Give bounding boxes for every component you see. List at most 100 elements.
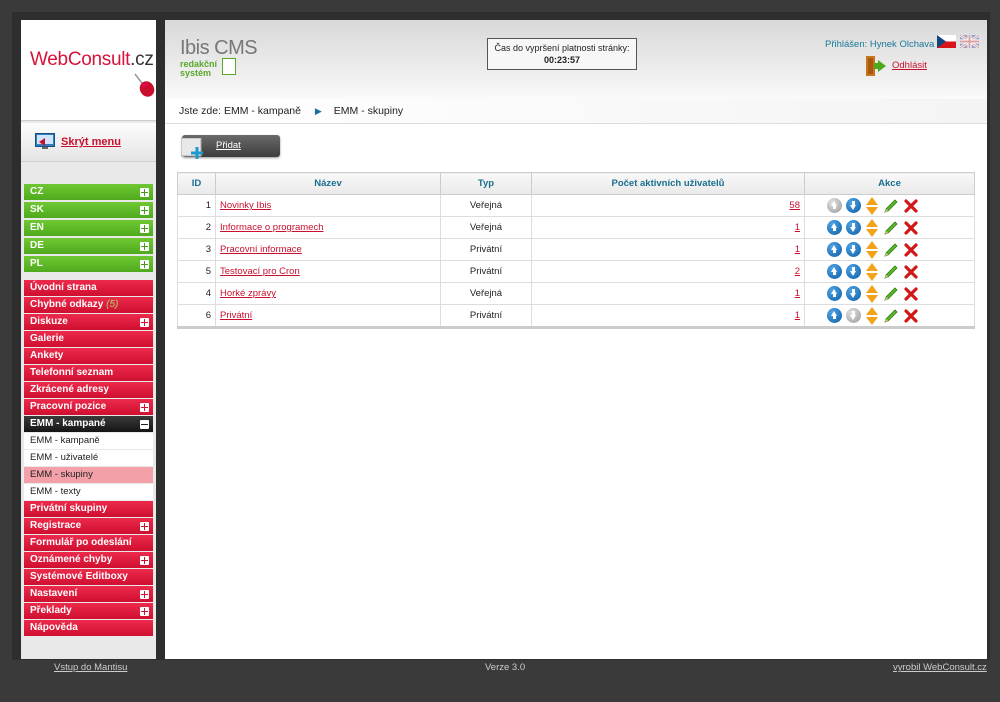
cell-count: 1 (531, 216, 805, 239)
sidebar-item-system-editboxes[interactable]: Systémové Editboxy (24, 569, 153, 585)
sidebar-item-reported-errors[interactable]: Oznámené chyby (24, 552, 153, 568)
sidebar-item-discussion[interactable]: Diskuze (24, 314, 153, 330)
edit-icon[interactable] (883, 308, 899, 324)
column-header-type[interactable]: Typ (440, 172, 532, 195)
edit-icon[interactable] (883, 198, 899, 214)
sidebar-item-short-urls[interactable]: Zkrácené adresy (24, 382, 153, 398)
move-up-icon[interactable] (827, 308, 842, 323)
cell-actions (804, 216, 975, 239)
delete-icon[interactable] (904, 308, 918, 323)
user-count-link[interactable]: 1 (795, 310, 800, 321)
expand-icon[interactable] (140, 590, 149, 599)
logout-link[interactable]: Odhlásit (892, 60, 927, 71)
move-down-icon[interactable] (846, 264, 861, 279)
move-down-icon[interactable] (846, 242, 861, 257)
expand-icon[interactable] (140, 522, 149, 531)
logo[interactable]: WebConsult.cz (21, 20, 156, 121)
user-count-link[interactable]: 1 (795, 244, 800, 255)
edit-icon[interactable] (883, 264, 899, 280)
reorder-icon[interactable] (865, 240, 879, 259)
sidebar-item-jobs[interactable]: Pracovní pozice (24, 399, 153, 415)
expand-icon[interactable] (140, 242, 149, 251)
delete-icon[interactable] (904, 242, 918, 257)
sidebar-item-phonebook[interactable]: Telefonní seznam (24, 365, 153, 381)
edit-icon[interactable] (883, 286, 899, 302)
user-count-link[interactable]: 1 (795, 222, 800, 233)
reorder-icon[interactable] (865, 262, 879, 281)
sidebar-item-registration[interactable]: Registrace (24, 518, 153, 534)
expand-icon[interactable] (140, 224, 149, 233)
sidebar-item-emm[interactable]: EMM - kampané (24, 416, 153, 432)
expand-icon[interactable] (140, 556, 149, 565)
group-name-link[interactable]: Informace o programech (220, 222, 324, 233)
delete-icon[interactable] (904, 220, 918, 235)
user-count-link[interactable]: 2 (795, 266, 800, 277)
sidebar-item-de[interactable]: DE (24, 238, 153, 254)
english-flag-icon[interactable] (960, 35, 979, 48)
sidebar-subitem-emm-groups[interactable]: EMM - skupiny (24, 467, 153, 483)
column-header-count[interactable]: Počet aktivních uživatelů (531, 172, 805, 195)
reorder-icon[interactable] (865, 306, 879, 325)
delete-icon[interactable] (904, 264, 918, 279)
edit-icon[interactable] (883, 220, 899, 236)
reorder-icon[interactable] (865, 196, 879, 215)
hide-menu-label: Skrýt menu (61, 136, 121, 148)
sidebar-item-polls[interactable]: Ankety (24, 348, 153, 364)
cell-type: Veřejná (440, 194, 532, 217)
czech-flag-icon[interactable] (937, 35, 956, 48)
breadcrumb-prefix: Jste zde: (179, 105, 222, 117)
reorder-icon[interactable] (865, 218, 879, 237)
user-count-link[interactable]: 1 (795, 288, 800, 299)
move-up-icon[interactable] (827, 220, 842, 235)
move-up-icon[interactable] (827, 264, 842, 279)
edit-icon[interactable] (883, 242, 899, 258)
sidebar-item-home[interactable]: Úvodní strana (24, 280, 153, 296)
move-up-icon[interactable] (827, 242, 842, 257)
logout-icon[interactable] (865, 54, 887, 78)
expand-icon[interactable] (140, 188, 149, 197)
cell-actions (804, 194, 975, 217)
expand-icon[interactable] (140, 206, 149, 215)
delete-icon[interactable] (904, 198, 918, 213)
reorder-icon[interactable] (865, 284, 879, 303)
table-row: 2 Informace o programech Veřejná 1 (177, 216, 975, 239)
move-down-icon[interactable] (846, 220, 861, 235)
sidebar-item-help[interactable]: Nápověda (24, 620, 153, 636)
sidebar-subitem-emm-campaigns[interactable]: EMM - kampaně (24, 433, 153, 449)
sidebar-item-gallery[interactable]: Galerie (24, 331, 153, 347)
sidebar-item-sk[interactable]: SK (24, 202, 153, 218)
sidebar-item-cz[interactable]: CZ (24, 184, 153, 200)
hide-menu-button[interactable]: Skrýt menu (21, 123, 156, 162)
logged-in-user: Přihlášen: Hynek Olchava (825, 39, 935, 50)
move-down-icon[interactable] (846, 198, 861, 213)
sidebar-item-form-after-submit[interactable]: Formulář po odeslání (24, 535, 153, 551)
sidebar-item-broken-links[interactable]: Chybné odkazy (5) (24, 297, 153, 313)
sidebar-item-private-groups[interactable]: Privátní skupiny (24, 501, 153, 517)
group-name-link[interactable]: Novinky Ibis (220, 200, 271, 211)
author-link[interactable]: vyrobil WebConsult.cz (893, 662, 987, 673)
sidebar-item-pl[interactable]: PL (24, 256, 153, 272)
group-name-link[interactable]: Privátní (220, 310, 252, 321)
user-count-link[interactable]: 58 (789, 200, 800, 211)
move-up-icon[interactable] (827, 286, 842, 301)
sidebar-item-en[interactable]: EN (24, 220, 153, 236)
group-name-link[interactable]: Testovací pro Cron (220, 266, 300, 277)
expand-icon[interactable] (140, 260, 149, 269)
column-header-id[interactable]: ID (177, 172, 216, 195)
expand-icon[interactable] (140, 607, 149, 616)
sidebar-subitem-emm-users[interactable]: EMM - uživatelé (24, 450, 153, 466)
move-down-icon[interactable] (846, 286, 861, 301)
column-header-name[interactable]: Název (215, 172, 441, 195)
mantis-link[interactable]: Vstup do Mantisu (54, 662, 127, 673)
sidebar-item-translations[interactable]: Překlady (24, 603, 153, 619)
expand-icon[interactable] (140, 403, 149, 412)
collapse-icon[interactable] (140, 420, 149, 429)
breadcrumb-item[interactable]: EMM - kampaně (224, 105, 301, 117)
add-button[interactable]: Přidat (181, 135, 280, 159)
sidebar-item-settings[interactable]: Nastavení (24, 586, 153, 602)
group-name-link[interactable]: Pracovní informace (220, 244, 302, 255)
delete-icon[interactable] (904, 286, 918, 301)
sidebar-subitem-emm-texts[interactable]: EMM - texty (24, 484, 153, 500)
group-name-link[interactable]: Horké zprávy (220, 288, 276, 299)
expand-icon[interactable] (140, 318, 149, 327)
